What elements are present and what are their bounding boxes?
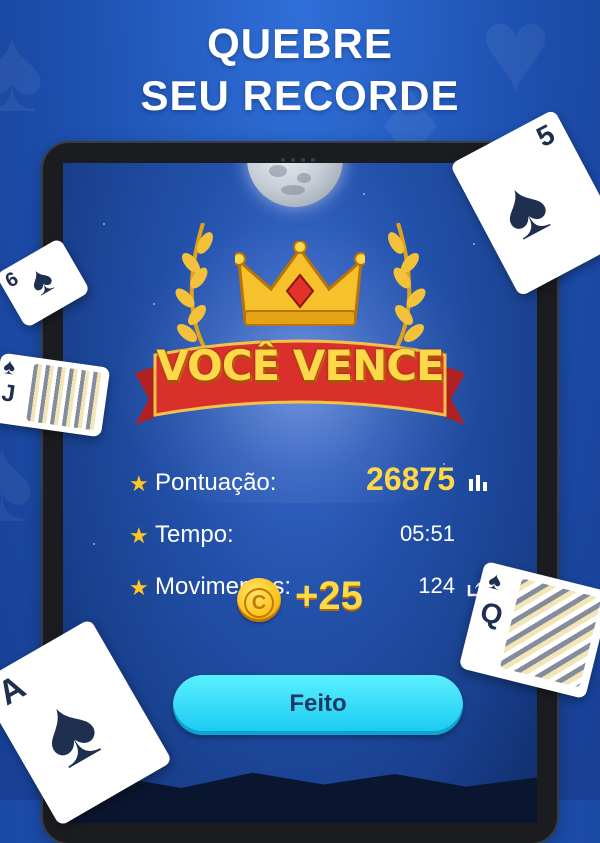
- headline-line2: SEU RECORDE: [140, 72, 460, 119]
- coin-icon: C: [237, 578, 281, 622]
- moon-image: [247, 163, 343, 207]
- done-button[interactable]: Feito: [173, 675, 463, 735]
- spade-icon: ♠: [20, 256, 62, 305]
- stat-score-label: Pontuação:: [155, 469, 277, 496]
- stat-time-label: Tempo:: [155, 521, 234, 548]
- star-icon: ★: [129, 471, 149, 496]
- jack-face-art: [26, 363, 104, 431]
- spade-icon: ♠: [1, 353, 17, 380]
- star-icon: ★: [129, 523, 149, 548]
- spade-icon: ♠: [484, 158, 564, 258]
- tablet-camera: [278, 149, 322, 162]
- headline-line1: QUEBRE: [207, 20, 393, 67]
- stat-moves-value: 124: [418, 573, 455, 598]
- coin-reward: C +25: [237, 574, 397, 626]
- stat-score-row: ★ Pontuação: 26875: [129, 461, 489, 503]
- stat-time-row: ★ Tempo: 05:51: [129, 515, 489, 555]
- star-icon: ★: [129, 575, 149, 600]
- stat-time-value: 05:51: [399, 521, 455, 546]
- spade-icon: ♠: [485, 566, 505, 597]
- queen-face-art: [499, 578, 600, 688]
- leaderboard-icon[interactable]: [467, 473, 489, 493]
- reward-amount: +25: [295, 574, 363, 618]
- playing-card-jack-spades: ♠ J: [0, 352, 111, 438]
- spade-icon: ♠: [19, 671, 118, 790]
- crown-icon: [235, 241, 365, 326]
- stat-score-value: 26875: [366, 461, 455, 497]
- win-title: VOCÊ VENCE: [156, 341, 444, 390]
- headline: QUEBRE SEU RECORDE: [0, 18, 600, 122]
